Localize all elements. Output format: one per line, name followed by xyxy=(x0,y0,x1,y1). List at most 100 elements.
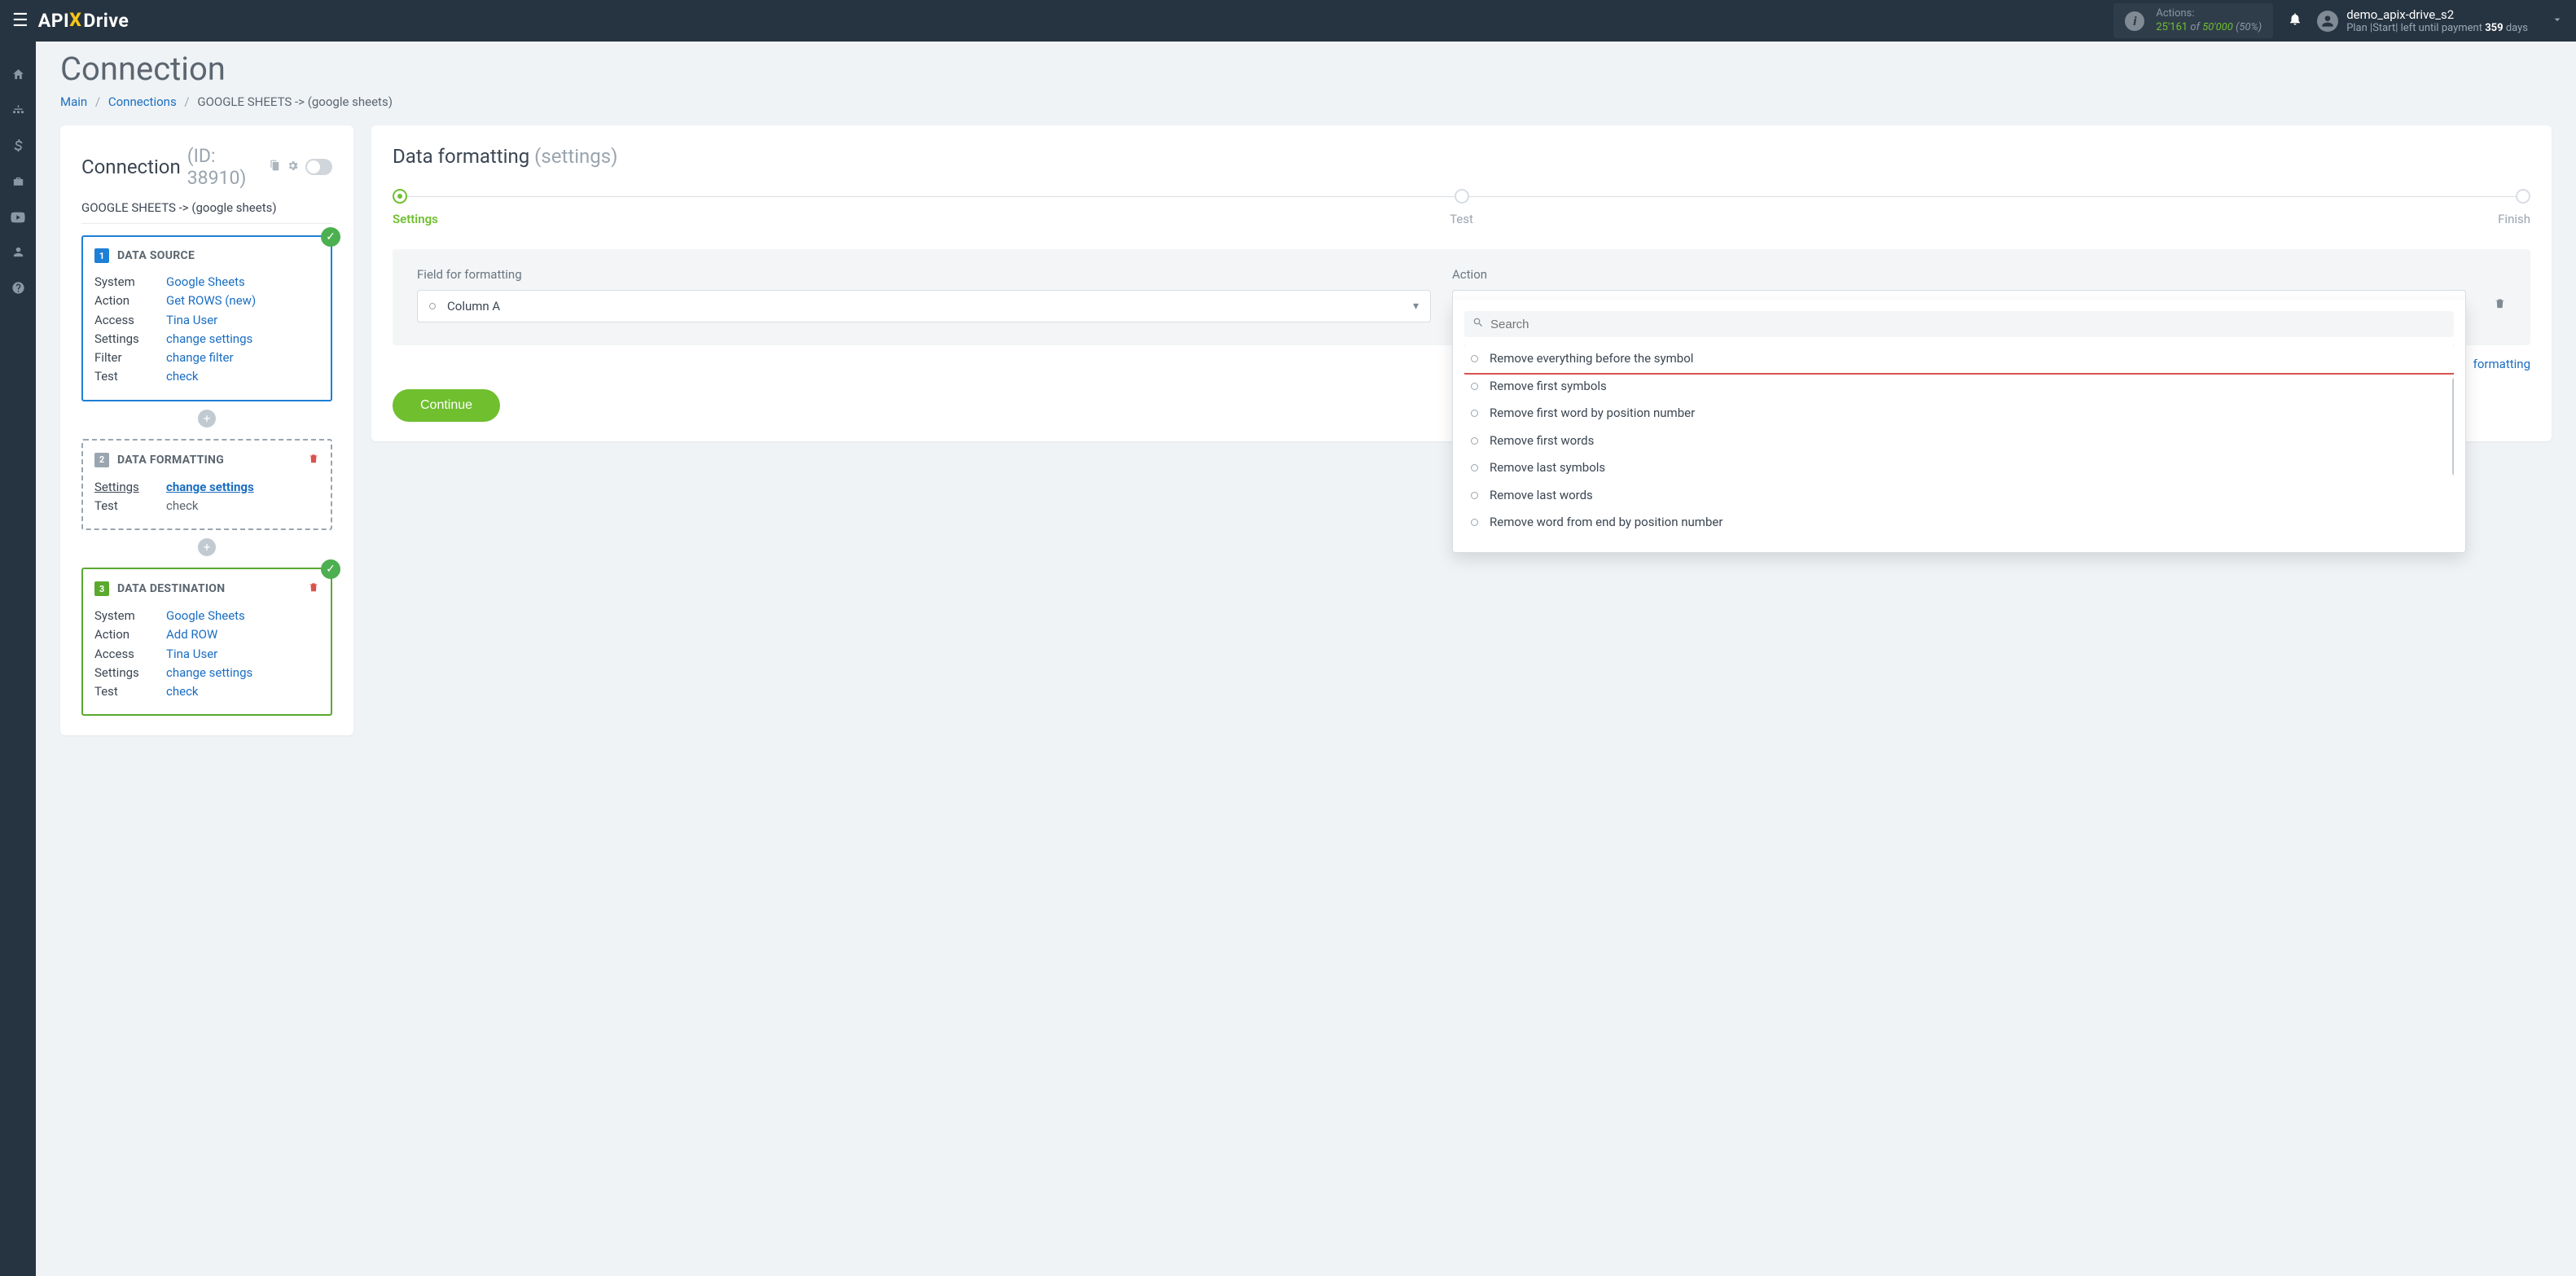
dest-system-link[interactable]: Google Sheets xyxy=(166,607,245,625)
copy-icon[interactable] xyxy=(269,159,280,175)
user-lines: demo_apix-drive_s2 Plan |Start| left unt… xyxy=(2346,7,2528,35)
breadcrumbs: Main / Connections / GOOGLE SHEETS -> (g… xyxy=(60,94,2552,109)
logo-drive: Drive xyxy=(83,10,129,32)
source-access-link[interactable]: Tina User xyxy=(166,311,217,330)
actions-text: Actions: 25'161 of 50'000 (50%) xyxy=(2156,7,2262,34)
dropdown-option[interactable]: Remove last words xyxy=(1464,482,2454,510)
action-dropdown: Remove everything before the symbol Remo… xyxy=(1452,300,2466,553)
stage-number: 3 xyxy=(94,581,109,596)
dest-settings-link[interactable]: change settings xyxy=(166,664,252,682)
user-icon[interactable] xyxy=(11,245,25,263)
source-filter-link[interactable]: change filter xyxy=(166,349,234,367)
stage-data-formatting: 2 DATA FORMATTING Settingschange setting… xyxy=(81,439,332,531)
briefcase-icon[interactable] xyxy=(11,175,25,193)
field-value: Column A xyxy=(447,299,1413,314)
bell-icon[interactable] xyxy=(2288,11,2302,30)
actions-badge[interactable]: i Actions: 25'161 of 50'000 (50%) xyxy=(2113,3,2273,38)
stage-title: DATA SOURCE xyxy=(117,249,195,262)
dropdown-option[interactable]: Replace xyxy=(1464,537,2454,542)
continue-button[interactable]: Continue xyxy=(393,389,500,422)
gear-icon[interactable] xyxy=(287,160,299,175)
dropdown-option[interactable]: Remove everything before the symbol xyxy=(1464,345,2454,373)
crumb-connections[interactable]: Connections xyxy=(108,94,177,109)
step-dot xyxy=(1455,189,1469,204)
radio-icon xyxy=(1471,383,1478,390)
scrollbar[interactable] xyxy=(2452,378,2454,476)
conn-heading: Connection xyxy=(81,156,181,178)
dropdown-option[interactable]: Remove first words xyxy=(1464,428,2454,455)
step-finish[interactable]: Finish xyxy=(1818,189,2530,226)
radio-icon xyxy=(429,303,436,309)
top-header: ☰ APIXDrive i Actions: 25'161 of 50'000 … xyxy=(0,0,2576,42)
dropdown-option[interactable]: Remove last symbols xyxy=(1464,454,2454,482)
enable-toggle[interactable] xyxy=(305,159,332,175)
field-label: Field for formatting xyxy=(417,267,1431,282)
dest-access-link[interactable]: Tina User xyxy=(166,645,217,664)
radio-icon xyxy=(1471,355,1478,362)
add-stage-button[interactable]: + xyxy=(198,410,216,428)
plan-line: Plan |Start| left until payment 359 days xyxy=(2346,22,2528,35)
info-icon: i xyxy=(2125,11,2144,31)
trash-icon[interactable] xyxy=(308,452,319,468)
add-stage-button[interactable]: + xyxy=(198,538,216,556)
hamburger-icon[interactable]: ☰ xyxy=(12,11,29,31)
username: demo_apix-drive_s2 xyxy=(2346,7,2528,22)
crumb-current: GOOGLE SHEETS -> (google sheets) xyxy=(197,94,393,109)
step-test[interactable]: Test xyxy=(1105,189,1818,226)
stage-number: 2 xyxy=(94,453,109,467)
left-sidebar xyxy=(0,42,36,1276)
conn-subtitle: GOOGLE SHEETS -> (google sheets) xyxy=(81,200,332,224)
formatting-panel: Data formatting (settings) Settings Test… xyxy=(371,125,2552,441)
user-menu[interactable]: demo_apix-drive_s2 Plan |Start| left unt… xyxy=(2317,7,2564,35)
field-select[interactable]: Column A ▾ xyxy=(417,290,1431,322)
source-system-link[interactable]: Google Sheets xyxy=(166,273,245,292)
connection-card: Connection (ID: 38910) GOOGLE SHEETS -> … xyxy=(60,125,353,735)
search-input[interactable] xyxy=(1490,318,2446,331)
format-test-link: check xyxy=(166,497,199,515)
step-tracker: Settings Test Finish xyxy=(393,189,2530,226)
format-settings-link[interactable]: change settings xyxy=(166,478,254,497)
stage-data-source: ✓ 1 DATA SOURCE SystemGoogle Sheets Acti… xyxy=(81,235,332,401)
crumb-main[interactable]: Main xyxy=(60,94,87,109)
logo-x: X xyxy=(69,9,81,31)
action-label: Action xyxy=(1452,267,2466,282)
dropdown-option[interactable]: Remove first word by position number xyxy=(1464,400,2454,428)
dropdown-option[interactable]: Remove word from end by position number xyxy=(1464,509,2454,537)
dropdown-search xyxy=(1464,311,2454,337)
stage-title: DATA FORMATTING xyxy=(117,454,224,467)
stage-title: DATA DESTINATION xyxy=(117,582,225,595)
trash-icon[interactable] xyxy=(2494,296,2506,322)
chevron-down-icon xyxy=(2551,13,2564,29)
radio-icon xyxy=(1471,519,1478,526)
radio-icon xyxy=(1471,464,1478,471)
step-settings[interactable]: Settings xyxy=(393,189,1105,226)
home-icon[interactable] xyxy=(11,68,25,86)
dropdown-option[interactable]: Remove first symbols xyxy=(1464,373,2454,401)
help-icon[interactable] xyxy=(11,281,25,299)
dollar-icon[interactable] xyxy=(14,139,23,157)
connection-header: Connection (ID: 38910) xyxy=(81,145,332,189)
stage-number: 1 xyxy=(94,248,109,263)
search-icon xyxy=(1472,317,1484,331)
chevron-down-icon: ▾ xyxy=(1413,300,1419,313)
conn-id: (ID: 38910) xyxy=(187,145,263,189)
page-title: Connection xyxy=(60,50,2552,88)
logo[interactable]: APIXDrive xyxy=(38,10,129,32)
logo-api: API xyxy=(38,10,70,32)
radio-icon xyxy=(1471,410,1478,417)
dropdown-list: Remove everything before the symbol Remo… xyxy=(1464,345,2454,541)
formatting-row: Field for formatting Column A ▾ Action -… xyxy=(393,249,2530,345)
dest-test-link[interactable]: check xyxy=(166,682,199,701)
step-dot xyxy=(393,189,407,204)
source-test-link[interactable]: check xyxy=(166,367,199,386)
source-action-link[interactable]: Get ROWS (new) xyxy=(166,292,256,310)
check-icon: ✓ xyxy=(321,227,340,247)
check-icon: ✓ xyxy=(321,559,340,579)
youtube-icon[interactable] xyxy=(11,211,25,227)
dest-action-link[interactable]: Add ROW xyxy=(166,625,217,644)
source-settings-link[interactable]: change settings xyxy=(166,330,252,349)
radio-icon xyxy=(1471,437,1478,445)
stage-data-destination: ✓ 3 DATA DESTINATION SystemGoogle Sheets… xyxy=(81,568,332,716)
trash-icon[interactable] xyxy=(308,581,319,597)
sitemap-icon[interactable] xyxy=(11,103,25,121)
